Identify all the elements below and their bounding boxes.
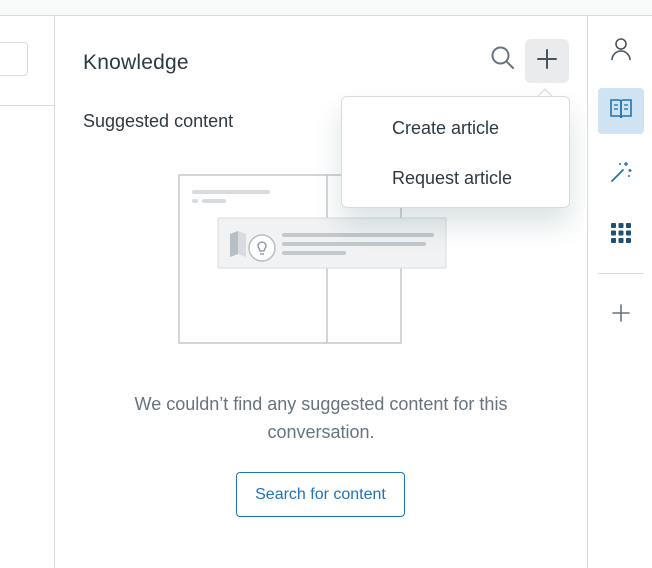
menu-item-request-article[interactable]: Request article — [342, 156, 569, 200]
sidebar-knowledge-button[interactable] — [598, 88, 644, 134]
left-pane-divider — [0, 105, 54, 106]
suggested-content-heading: Suggested content — [83, 111, 234, 131]
plus-icon — [536, 48, 558, 75]
plus-icon — [611, 303, 631, 328]
add-button[interactable] — [525, 39, 569, 83]
right-sidebar — [587, 16, 652, 568]
user-icon — [610, 37, 632, 66]
sidebar-divider — [598, 273, 644, 274]
sidebar-apps-button[interactable] — [598, 212, 644, 258]
panel-title: Knowledge — [83, 51, 189, 74]
search-button[interactable] — [481, 38, 525, 82]
magic-wand-icon — [609, 160, 633, 189]
menu-item-create-article[interactable]: Create article — [342, 106, 569, 150]
sidebar-add-app-button[interactable] — [598, 292, 644, 338]
left-pane — [0, 16, 55, 568]
add-menu-dropdown: Create article Request article — [341, 96, 570, 208]
search-icon — [490, 45, 516, 76]
search-for-content-button[interactable]: Search for content — [236, 472, 405, 517]
book-icon — [609, 98, 633, 125]
sidebar-user-button[interactable] — [598, 28, 644, 74]
empty-state-message: We couldn’t find any suggested content f… — [134, 394, 508, 442]
left-pane-input[interactable] — [0, 42, 28, 76]
grid-icon — [610, 222, 632, 249]
top-bar — [0, 0, 652, 16]
sidebar-magic-button[interactable] — [598, 151, 644, 197]
